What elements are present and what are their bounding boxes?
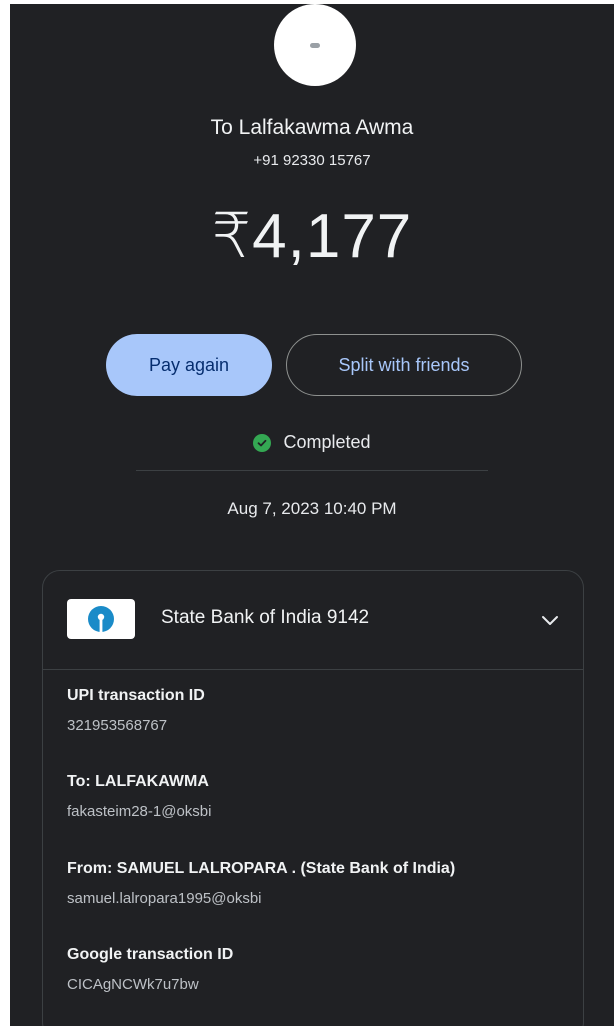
payer-detail: From: SAMUEL LALROPARA . (State Bank of … [67, 860, 455, 907]
detail-value: CICAgNCWk7u7bw [67, 976, 199, 993]
split-with-friends-button[interactable]: Split with friends [286, 334, 522, 396]
detail-label: To: LALFAKAWMA [67, 773, 209, 790]
avatar-placeholder-mark [310, 42, 320, 48]
detail-value: 321953568767 [67, 717, 168, 734]
payment-amount: ₹4,177 [211, 202, 413, 271]
divider [136, 470, 488, 471]
google-transaction-id: Google transaction ID CICAgNCWk7u7bw [67, 946, 233, 993]
detail-label: From: SAMUEL LALROPARA . (State Bank of … [67, 860, 456, 877]
status-label: Completed [283, 432, 371, 452]
transaction-details-screen: To Lalfakawma Awma +91 92330 15767 ₹4,17… [10, 4, 614, 1026]
recipient-phone: +91 92330 15767 [253, 152, 371, 169]
payment-details-card: State Bank of India 9142 UPI transaction… [42, 570, 584, 1026]
upi-transaction-id: UPI transaction ID 321953568767 [67, 687, 205, 734]
payee-detail: To: LALFAKAWMA fakasteim28-1@oksbi [67, 773, 211, 820]
detail-value: fakasteim28-1@oksbi [67, 803, 212, 820]
detail-label: UPI transaction ID [67, 687, 205, 704]
sbi-logo-icon [67, 599, 135, 639]
recipient-name: To Lalfakawma Awma [210, 116, 414, 139]
payment-source-row[interactable]: State Bank of India 9142 [43, 571, 583, 670]
chevron-down-icon[interactable] [539, 609, 561, 631]
contact-avatar-icon [274, 4, 356, 86]
detail-value: samuel.lalropara1995@oksbi [67, 890, 262, 907]
check-circle-icon [253, 433, 272, 452]
detail-label: Google transaction ID [67, 946, 234, 963]
transaction-date: Aug 7, 2023 10:40 PM [227, 499, 397, 518]
bank-account-label: State Bank of India 9142 [161, 607, 370, 628]
pay-again-button[interactable]: Pay again [106, 334, 272, 396]
status-row: Completed [10, 432, 614, 453]
